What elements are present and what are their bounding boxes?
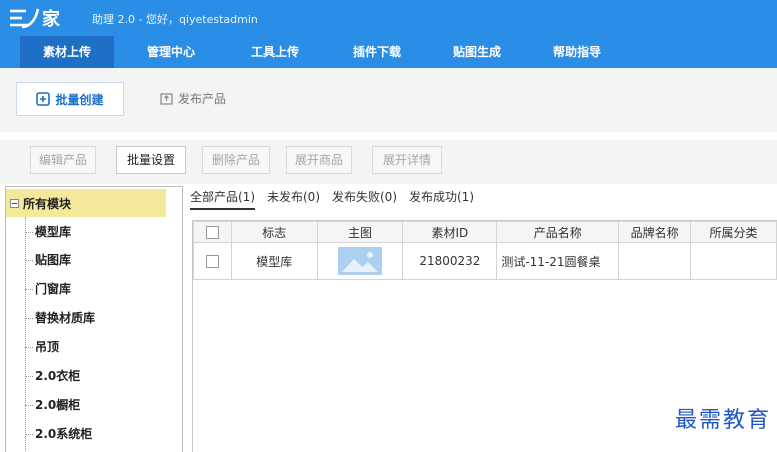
tree-item-material-replace-library[interactable]: 替换材质库 <box>25 307 95 329</box>
select-all-checkbox[interactable] <box>205 226 219 239</box>
tree-item-system-cabinet[interactable]: 2.0系统柜 <box>25 423 92 445</box>
image-placeholder-icon <box>338 247 383 275</box>
table-header-row: 标志 主图 素材ID 产品名称 品牌名称 所属分类 <box>193 221 777 243</box>
tree-item-texture-library[interactable]: 贴图库 <box>25 249 71 271</box>
header-product-name: 产品名称 <box>496 221 620 243</box>
title-info: 助理 2.0 - 您好，qiyetestadmin <box>92 13 258 26</box>
tree-root-label: 所有模块 <box>23 196 72 211</box>
table-row[interactable]: 模型库 21800232 测试-11-21圆餐桌 <box>193 242 777 280</box>
logo-icon <box>10 8 40 29</box>
tree-item-cabinet[interactable]: 2.0橱柜 <box>25 394 80 416</box>
main-nav: 素材上传 管理中心 工具上传 插件下载 贴图生成 帮助指导 <box>0 36 777 68</box>
publish-product-label: 发布产品 <box>178 92 227 106</box>
toolbar-divider <box>0 132 777 140</box>
header-brand-name: 品牌名称 <box>618 221 692 243</box>
tree-item-wardrobe[interactable]: 2.0衣柜 <box>25 365 80 387</box>
row-flag: 模型库 <box>230 242 318 280</box>
action-toolbar: 编辑产品 批量设置 删除产品 展开商品 展开详情 <box>0 140 777 184</box>
tab-management-center[interactable]: 管理中心 <box>124 36 218 68</box>
edit-product-button[interactable]: 编辑产品 <box>30 146 96 174</box>
tab-help-guide[interactable]: 帮助指导 <box>530 36 624 68</box>
tab-material-upload[interactable]: 素材上传 <box>20 36 114 68</box>
header-main-image: 主图 <box>316 221 404 243</box>
row-main-image[interactable] <box>316 242 404 280</box>
product-filter-tabs: 全部产品(1) 未发布(0) 发布失败(0) 发布成功(1) <box>190 188 474 210</box>
row-select-cell[interactable] <box>193 242 232 280</box>
logo-text: 家 <box>42 9 61 30</box>
tree-item-model-library[interactable]: 模型库 <box>25 221 71 243</box>
upload-icon <box>160 93 173 105</box>
row-category <box>690 242 777 280</box>
publish-product-button[interactable]: 发布产品 <box>160 90 226 107</box>
watermark: 最需教育 <box>674 408 771 433</box>
row-product-name: 测试-11-21圆餐桌 <box>496 242 620 280</box>
header-category: 所属分类 <box>690 221 777 243</box>
tab-tool-upload[interactable]: 工具上传 <box>228 36 322 68</box>
tree-root-all-modules[interactable]: 所有模块 <box>6 189 166 217</box>
batch-add-icon <box>36 92 51 106</box>
title-bar: 家 助理 2.0 - 您好，qiyetestadmin <box>0 0 777 36</box>
filter-publish-failed[interactable]: 发布失败(0) <box>332 188 397 210</box>
row-brand-name <box>618 242 692 280</box>
tab-texture-generate[interactable]: 贴图生成 <box>430 36 524 68</box>
app-logo: 家 <box>8 4 61 32</box>
batch-create-label: 批量创建 <box>55 92 104 107</box>
batch-settings-button[interactable]: 批量设置 <box>116 146 186 174</box>
delete-product-button[interactable]: 删除产品 <box>202 146 270 174</box>
expand-details-button[interactable]: 展开详情 <box>372 146 442 174</box>
filter-publish-succeeded[interactable]: 发布成功(1) <box>409 188 474 210</box>
row-material-id: 21800232 <box>402 242 498 280</box>
product-table: 标志 主图 素材ID 产品名称 品牌名称 所属分类 模型库 21800232 测… <box>193 221 777 280</box>
expand-goods-button[interactable]: 展开商品 <box>286 146 352 174</box>
primary-toolbar: 批量创建 发布产品 <box>0 68 777 132</box>
tree-item-door-window-library[interactable]: 门窗库 <box>25 278 71 300</box>
header-flag: 标志 <box>230 221 318 243</box>
tab-plugin-download[interactable]: 插件下载 <box>330 36 424 68</box>
header-material-id: 素材ID <box>402 221 498 243</box>
header-select-all[interactable] <box>193 221 232 243</box>
filter-all-products[interactable]: 全部产品(1) <box>190 188 255 210</box>
collapse-icon[interactable] <box>10 198 19 208</box>
batch-create-button[interactable]: 批量创建 <box>16 82 124 116</box>
row-checkbox[interactable] <box>205 255 219 268</box>
filter-unpublished[interactable]: 未发布(0) <box>267 188 320 210</box>
tree-item-ceiling[interactable]: 吊顶 <box>25 336 59 358</box>
module-tree: 所有模块 模型库 贴图库 门窗库 替换材质库 吊顶 2.0衣柜 2.0橱柜 2.… <box>5 186 183 452</box>
